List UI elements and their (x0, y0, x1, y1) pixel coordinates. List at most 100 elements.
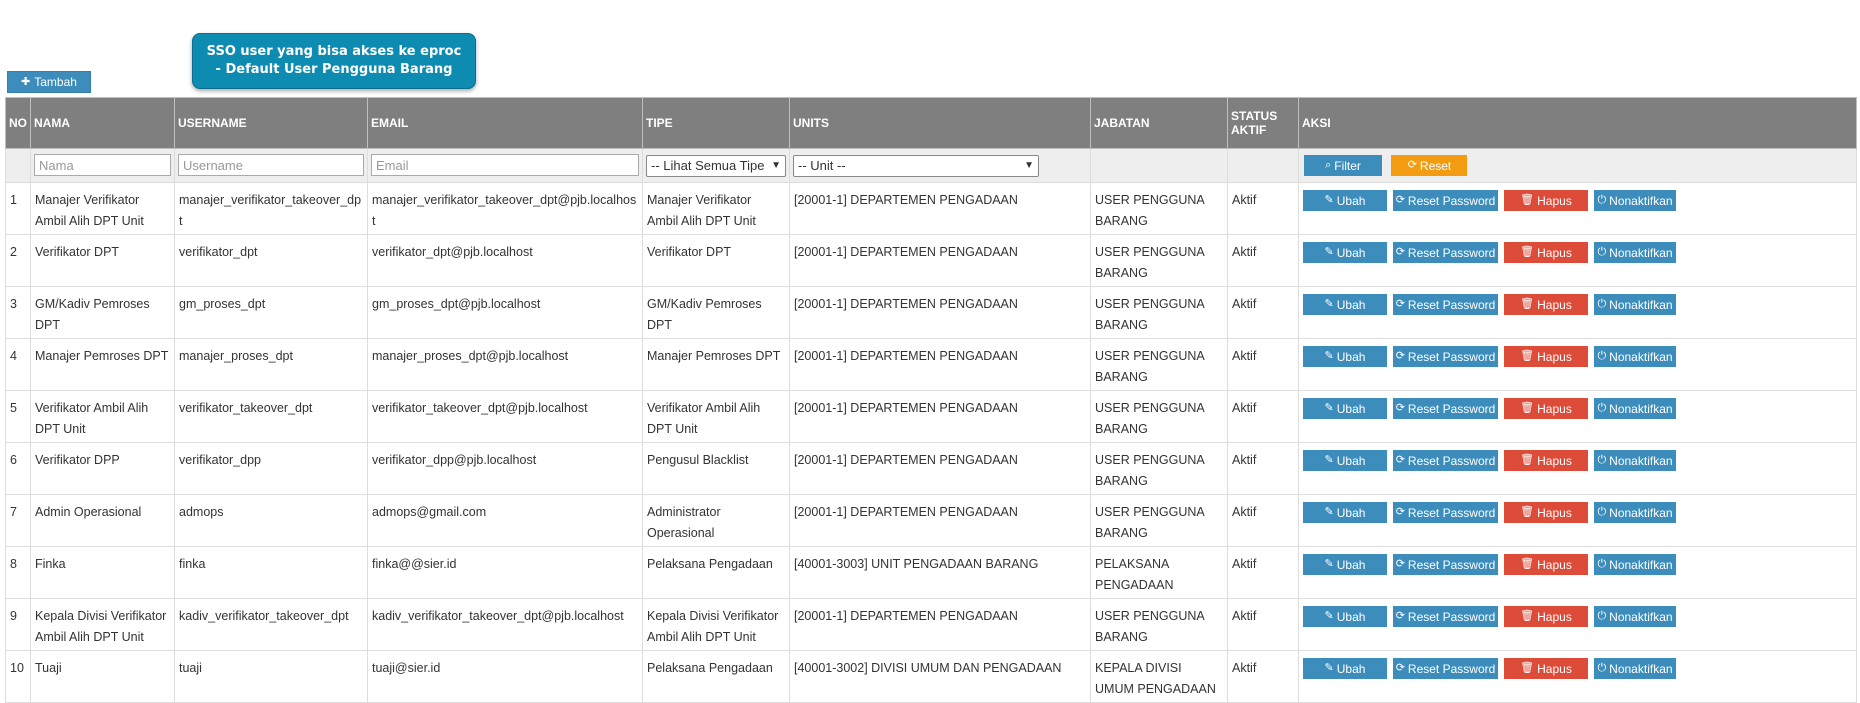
deactivate-button[interactable]: ⏻ Nonaktifkan (1594, 450, 1676, 471)
cell-username: verifikator_takeover_dpt (174, 390, 368, 443)
delete-button[interactable]: 🗑 Hapus (1504, 294, 1588, 315)
deactivate-button[interactable]: ⏻ Nonaktifkan (1594, 502, 1676, 523)
edit-icon: ✎ (1324, 246, 1334, 258)
reset-filter-button[interactable]: ⟳ Reset (1391, 155, 1468, 176)
cell-tipe: Pelaksana Pengadaan (642, 650, 790, 703)
edit-button[interactable]: ✎ Ubah (1303, 502, 1387, 523)
col-header-status-line1: STATUS (1231, 109, 1278, 123)
reset-password-button[interactable]: ⟳ Reset Password (1393, 450, 1498, 471)
email-filter-input[interactable] (371, 154, 639, 177)
reset-password-button[interactable]: ⟳ Reset Password (1393, 502, 1498, 523)
cell-status: Aktif (1227, 546, 1299, 599)
power-icon: ⏻ (1597, 194, 1607, 206)
deactivate-button[interactable]: ⏻ Nonaktifkan (1594, 242, 1676, 263)
cell-tipe: GM/Kadiv Pemroses DPT (642, 286, 790, 339)
trash-icon: 🗑 (1520, 662, 1535, 674)
deactivate-button[interactable]: ⏻ Nonaktifkan (1594, 398, 1676, 419)
power-icon: ⏻ (1597, 402, 1607, 414)
deactivate-button[interactable]: ⏻ Nonaktifkan (1594, 190, 1676, 211)
edit-button-label: Ubah (1336, 609, 1366, 624)
edit-button[interactable]: ✎ Ubah (1303, 190, 1387, 211)
col-header-email: EMAIL (367, 97, 643, 149)
cell-nama: GM/Kadiv Pemroses DPT (30, 286, 175, 339)
delete-button[interactable]: 🗑 Hapus (1504, 346, 1588, 367)
col-header-username: USERNAME (174, 97, 368, 149)
chevron-down-icon: ▼ (771, 160, 781, 171)
cell-aksi: ✎ Ubah ⟳ Reset Password 🗑 Hapus ⏻ Nonakt… (1298, 598, 1857, 651)
deactivate-button-label: Nonaktifkan (1609, 557, 1673, 572)
edit-icon: ✎ (1324, 610, 1334, 622)
deactivate-button[interactable]: ⏻ Nonaktifkan (1594, 554, 1676, 575)
tipe-filter-select[interactable]: -- Lihat Semua Tipe ▼ (646, 154, 786, 177)
reset-password-button[interactable]: ⟳ Reset Password (1393, 294, 1498, 315)
edit-button[interactable]: ✎ Ubah (1303, 398, 1387, 419)
edit-button-label: Ubah (1336, 297, 1366, 312)
edit-button[interactable]: ✎ Ubah (1303, 658, 1387, 679)
add-button[interactable]: ✚ Tambah (7, 71, 91, 93)
cell-units: [20001-1] DEPARTEMEN PENGADAAN (789, 182, 1091, 235)
edit-button[interactable]: ✎ Ubah (1303, 346, 1387, 367)
deactivate-button-label: Nonaktifkan (1609, 349, 1673, 364)
trash-icon: 🗑 (1520, 402, 1535, 414)
cell-tipe: Verifikator Ambil Alih DPT Unit (642, 390, 790, 443)
delete-button[interactable]: 🗑 Hapus (1504, 190, 1588, 211)
chevron-down-icon: ▼ (1024, 160, 1034, 171)
cell-jabatan: USER PENGGUNA BARANG (1090, 234, 1228, 287)
deactivate-button[interactable]: ⏻ Nonaktifkan (1594, 346, 1676, 367)
reset-password-button[interactable]: ⟳ Reset Password (1393, 398, 1498, 419)
edit-button[interactable]: ✎ Ubah (1303, 450, 1387, 471)
delete-button[interactable]: 🗑 Hapus (1504, 658, 1588, 679)
reset-password-button-label: Reset Password (1407, 505, 1496, 520)
delete-button[interactable]: 🗑 Hapus (1504, 242, 1588, 263)
cell-aksi: ✎ Ubah ⟳ Reset Password 🗑 Hapus ⏻ Nonakt… (1298, 286, 1857, 339)
cell-units: [20001-1] DEPARTEMEN PENGADAAN (789, 286, 1091, 339)
reset-password-button[interactable]: ⟳ Reset Password (1393, 190, 1498, 211)
reset-password-button[interactable]: ⟳ Reset Password (1393, 606, 1498, 627)
cell-units: [20001-1] DEPARTEMEN PENGADAAN (789, 390, 1091, 443)
cell-jabatan: PELAKSANA PENGADAAN (1090, 546, 1228, 599)
edit-button[interactable]: ✎ Ubah (1303, 242, 1387, 263)
username-filter-input[interactable] (178, 154, 364, 177)
cell-no: 7 (5, 494, 31, 547)
edit-button[interactable]: ✎ Ubah (1303, 606, 1387, 627)
filter-button[interactable]: ⌕ Filter (1304, 155, 1382, 176)
cell-email: manajer_proses_dpt@pjb.localhost (367, 338, 643, 391)
delete-button[interactable]: 🗑 Hapus (1504, 606, 1588, 627)
reset-password-button[interactable]: ⟳ Reset Password (1393, 346, 1498, 367)
cell-no: 2 (5, 234, 31, 287)
delete-button[interactable]: 🗑 Hapus (1504, 450, 1588, 471)
col-header-tipe: TIPE (642, 97, 790, 149)
deactivate-button[interactable]: ⏻ Nonaktifkan (1594, 294, 1676, 315)
unit-filter-value: -- Unit -- (798, 158, 846, 173)
table-row: 9 Kepala Divisi Verifikator Ambil Alih D… (5, 598, 1857, 651)
edit-button[interactable]: ✎ Ubah (1303, 554, 1387, 575)
cell-no: 9 (5, 598, 31, 651)
delete-button[interactable]: 🗑 Hapus (1504, 554, 1588, 575)
nama-filter-input[interactable] (34, 154, 171, 177)
reset-password-button[interactable]: ⟳ Reset Password (1393, 554, 1498, 575)
delete-button[interactable]: 🗑 Hapus (1504, 502, 1588, 523)
edit-button[interactable]: ✎ Ubah (1303, 294, 1387, 315)
unit-filter-select[interactable]: -- Unit -- ▼ (793, 154, 1039, 177)
deactivate-button[interactable]: ⏻ Nonaktifkan (1594, 658, 1676, 679)
cell-no: 6 (5, 442, 31, 495)
reset-password-button[interactable]: ⟳ Reset Password (1393, 242, 1498, 263)
cell-username: tuaji (174, 650, 368, 703)
callout-line-1: SSO user yang bisa akses ke eproc (206, 44, 462, 59)
deactivate-button-label: Nonaktifkan (1609, 661, 1673, 676)
add-button-label: Tambah (34, 75, 77, 89)
cell-no: 10 (5, 650, 31, 703)
reset-password-button[interactable]: ⟳ Reset Password (1393, 658, 1498, 679)
cell-status: Aktif (1227, 650, 1299, 703)
delete-button-label: Hapus (1537, 349, 1572, 364)
users-table: NO NAMA USERNAME EMAIL TIPE UNITS JABATA… (5, 97, 1857, 703)
edit-icon: ✎ (1324, 506, 1334, 518)
delete-button[interactable]: 🗑 Hapus (1504, 398, 1588, 419)
delete-button-label: Hapus (1537, 505, 1572, 520)
refresh-icon: ⟳ (1395, 454, 1405, 466)
deactivate-button[interactable]: ⏻ Nonaktifkan (1594, 606, 1676, 627)
cell-jabatan: USER PENGGUNA BARANG (1090, 442, 1228, 495)
filter-cell-username (174, 148, 368, 183)
cell-nama: Verifikator DPT (30, 234, 175, 287)
cell-no: 4 (5, 338, 31, 391)
